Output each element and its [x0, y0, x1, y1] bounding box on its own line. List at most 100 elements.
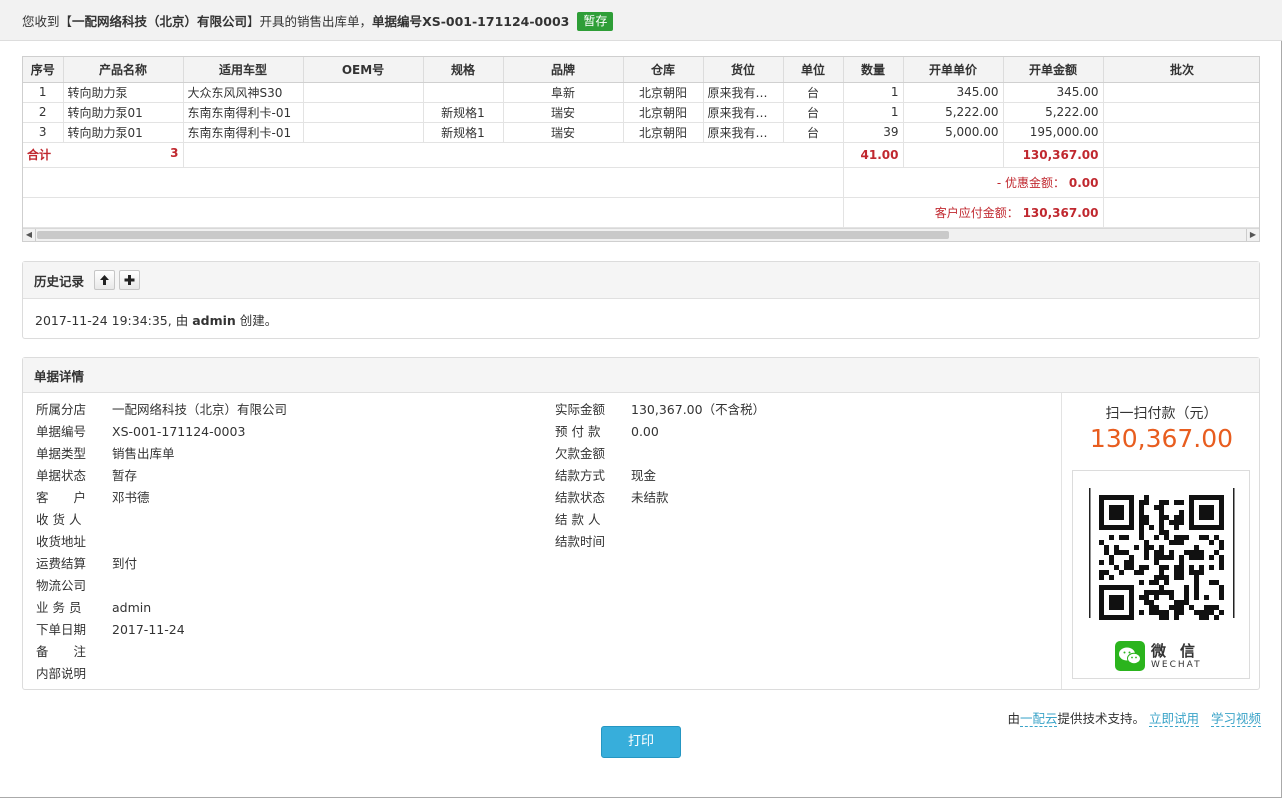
expand-button[interactable] [119, 270, 141, 290]
total-label-cell: 合计 3 [23, 142, 184, 168]
cell-oem [303, 82, 424, 103]
items-table-container: 序号 产品名称 适用车型 OEM号 规格 品牌 仓库 货位 单位 数量 开单单价… [22, 56, 1260, 242]
cell-qty: 1 [843, 82, 904, 103]
cell-warehouse: 北京朝阳 [623, 102, 704, 123]
history-user: admin [192, 313, 236, 328]
col-header: 单位 [783, 57, 844, 83]
detail-field-value: 暂存 [112, 468, 138, 483]
discount-spacer [23, 167, 844, 198]
try-now-link[interactable]: 立即试用 [1148, 711, 1199, 727]
detail-field-value: 2017-11-24 [112, 622, 185, 637]
collapse-button[interactable] [94, 270, 116, 290]
detail-field: 单据状态 暂存 [36, 465, 287, 487]
status-badge: 暂存 [577, 12, 614, 31]
wechat-cn: 微信 [1151, 641, 1210, 660]
wechat-text: 微信 WECHAT [1151, 641, 1210, 670]
notice-bar: 您收到【一配网络科技（北京）有限公司】开具的销售出库单，单据编号XS-001-1… [0, 0, 1282, 41]
detail-field: 单据编号 XS-001-171124-0003 [36, 421, 287, 443]
detail-field-value: 邓书德 [112, 490, 150, 505]
payable-spacer [23, 197, 844, 228]
cell-oem [303, 122, 424, 143]
cell-unit: 台 [783, 102, 844, 123]
detail-field-label: 客 户 [36, 490, 87, 505]
cell-qty: 39 [843, 122, 904, 143]
history-header: 历史记录 [23, 262, 1259, 299]
history-action: 创建。 [239, 313, 278, 328]
detail-field-label: 结款时间 [555, 534, 606, 549]
cell-amount: 195,000.00 [1003, 122, 1104, 143]
table-row: 2 转向助力泵01 东南东南得利卡-01 新规格1 瑞安 北京朝阳 原来我有一个… [23, 102, 1259, 123]
col-header: 序号 [23, 57, 64, 83]
notice-middle: 】开具的销售出库单， [247, 14, 373, 29]
detail-field-label: 备 注 [36, 644, 87, 659]
col-header: 仓库 [623, 57, 704, 83]
detail-field-value: 未结款 [631, 490, 669, 505]
wechat-en: WECHAT [1151, 659, 1202, 670]
total-spacer [183, 142, 844, 168]
detail-field-value: 130,367.00（不含税） [631, 402, 766, 417]
qr-code-icon [1087, 483, 1237, 631]
detail-field: 结款方式 现金 [555, 465, 765, 487]
detail-header: 单据详情 [23, 358, 1259, 393]
detail-body: 所属分店 一配网络科技（北京）有限公司 单据编号 XS-001-171124-0003… [23, 393, 1259, 689]
detail-field: 单据类型 销售出库单 [36, 443, 287, 465]
detail-field: 结 款 人 [555, 509, 765, 531]
arrow-up-icon [100, 275, 110, 285]
cell-product: 转向助力泵01 [63, 122, 184, 143]
col-header: 适用车型 [183, 57, 304, 83]
scroll-left-icon[interactable]: ◀ [23, 229, 36, 241]
payable-row: 客户应付金额： 130,367.00 [23, 197, 1259, 228]
cell-product: 转向助力泵01 [63, 102, 184, 123]
total-count: 3 [170, 146, 179, 160]
discount-row: - 优惠金额： 0.00 [23, 167, 1259, 198]
detail-field-label: 内部说明 [36, 666, 87, 681]
credit-suffix: 提供技术支持。 [1057, 711, 1145, 726]
wechat-brand: 微信 WECHAT [1115, 641, 1209, 671]
detail-left-column: 所属分店 一配网络科技（北京）有限公司 单据编号 XS-001-171124-0003… [36, 399, 287, 685]
col-header: 货位 [703, 57, 784, 83]
credit-prefix: 由 [1007, 711, 1020, 726]
detail-field-label: 结款状态 [555, 490, 606, 505]
detail-title: 单据详情 [34, 368, 85, 384]
cell-batch [1103, 102, 1259, 123]
detail-field: 内部说明 [36, 663, 287, 685]
learning-video-link[interactable]: 学习视频 [1210, 711, 1261, 727]
cell-product: 转向助力泵 [63, 82, 184, 103]
cell-brand: 瑞安 [503, 102, 624, 123]
qr-title: 扫一扫付款（元） [1105, 406, 1218, 422]
cell-spec: 新规格1 [423, 102, 504, 123]
payment-qr-block: 扫一扫付款（元） 130,367.00 微信 WECHAT [1062, 393, 1261, 689]
detail-field-label: 欠款金额 [555, 446, 606, 461]
total-label: 合计 [27, 148, 52, 162]
cell-vehicle: 东南东南得利卡-01 [183, 102, 304, 123]
table-row: 1 转向助力泵 大众东风风神S30 阜新 北京朝阳 原来我有一个 台 1 345… [23, 82, 1259, 103]
detail-field-label: 收货地址 [36, 534, 87, 549]
detail-field: 结款状态 未结款 [555, 487, 765, 509]
horizontal-scrollbar[interactable]: ◀ ▶ [23, 228, 1259, 241]
print-button[interactable]: 打印 [601, 726, 681, 758]
detail-field-value: 销售出库单 [112, 446, 175, 461]
detail-field-label: 运费结算 [36, 556, 87, 571]
cell-brand: 瑞安 [503, 122, 624, 143]
cell-spec [423, 82, 504, 103]
cell-price: 5,000.00 [903, 122, 1004, 143]
footer-credit: 由一配云提供技术支持。 立即试用 学习视频 [1007, 708, 1261, 727]
col-header: OEM号 [303, 57, 424, 83]
yipei-cloud-link[interactable]: 一配云 [1019, 711, 1058, 727]
col-header: 开单单价 [903, 57, 1004, 83]
cell-amount: 5,222.00 [1003, 102, 1104, 123]
detail-field-label: 实际金额 [555, 402, 606, 417]
col-header: 数量 [843, 57, 904, 83]
col-header: 规格 [423, 57, 504, 83]
scroll-right-icon[interactable]: ▶ [1246, 229, 1259, 241]
total-amount: 130,367.00 [1003, 142, 1104, 168]
detail-field: 客 户 邓书德 [36, 487, 287, 509]
scroll-thumb[interactable] [37, 231, 949, 239]
cell-batch [1103, 82, 1259, 103]
plus-icon [124, 275, 135, 285]
cell-price: 5,222.00 [903, 102, 1004, 123]
cell-unit: 台 [783, 122, 844, 143]
detail-field: 下单日期 2017-11-24 [36, 619, 287, 641]
detail-field-value: 到付 [112, 556, 138, 571]
payable-value: 130,367.00 [1022, 205, 1099, 220]
